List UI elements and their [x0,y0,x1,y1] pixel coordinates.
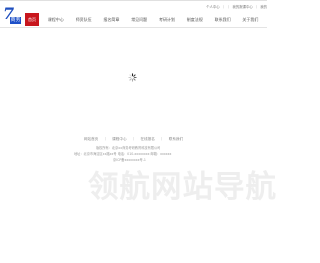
footer-link-contact[interactable]: 联系我们 [169,137,183,141]
my-course-center-link[interactable]: 我的报课中心 [232,4,252,12]
nav-item-exam-plan[interactable]: 考研计划 [156,13,178,26]
footer-links: 网站首页 ｜ 课程中心 ｜ 在线报名 ｜ 联系我们 [0,137,267,142]
separator: ｜ [103,137,108,141]
separator: ｜ [227,5,231,9]
footer-link-register[interactable]: 在线报名 [140,137,154,141]
logo-badge: 商务 [10,17,21,24]
top-border [0,0,267,1]
footer-link-home[interactable]: 网站首页 [84,137,98,141]
nav-item-about[interactable]: 关于我们 [239,13,261,26]
main-nav: 首页 课程中心 师资队伍 报名简章 常见问题 考研计划 制度法规 联系我们 关于… [25,13,267,26]
separator: ｜ [254,5,259,9]
nav-item-faq[interactable]: 常见问题 [128,13,150,26]
my-link[interactable]: 我的 [260,4,267,12]
nav-item-teachers[interactable]: 师资队伍 [73,13,95,26]
user-center-link[interactable]: 个人中心 [206,4,220,12]
nav-item-home[interactable]: 首页 [25,13,39,26]
separator: ｜ [159,137,164,141]
footer-link-courses[interactable]: 课程中心 [112,137,126,141]
site-logo[interactable]: 7 商务 [0,5,22,27]
watermark-text: 领航网站导航 [88,170,277,205]
separator: ｜ [221,5,226,9]
nav-divider [0,27,267,28]
loading-spinner-icon [128,73,137,82]
nav-item-contact[interactable]: 联系我们 [212,13,234,26]
footer-copyright: 版权所有：北京xx商务考研教育科技有限公司 [96,146,161,150]
nav-item-admissions[interactable]: 报名简章 [100,13,122,26]
footer-address: 地址：北京市海淀区xx路xx号 电话：010-xxxxxxxx 邮箱：xxxxx… [74,152,172,156]
user-links: 个人中心 ｜ ｜ 我的报课中心 ｜ 我的 [206,4,267,12]
footer-icp[interactable]: 京ICP备xxxxxxxx号-1 [113,157,146,162]
nav-item-regulations[interactable]: 制度法规 [184,13,206,26]
separator: ｜ [131,137,136,141]
nav-item-courses[interactable]: 课程中心 [45,13,67,26]
